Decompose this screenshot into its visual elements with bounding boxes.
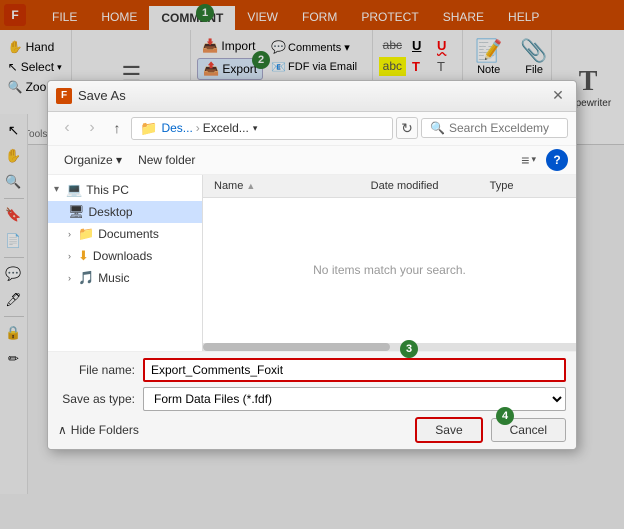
nav-path-2: Exceld... — [203, 121, 249, 135]
nav-dropdown-icon: ▾ — [253, 123, 258, 134]
file-browser: ▾ 💻 This PC 🖥 Desktop › 📁 Documents — [48, 175, 576, 352]
horizontal-scrollbar[interactable] — [203, 343, 576, 351]
dialog-titlebar: F Save As ✕ — [48, 81, 576, 112]
filename-label: File name: — [58, 363, 143, 377]
tree-arrow-dl: › — [68, 251, 78, 261]
nav-search-bar[interactable]: 🔍 — [421, 118, 568, 138]
desktop-label: Desktop — [89, 205, 133, 219]
badge-4: 4 — [496, 407, 514, 425]
tree-arrow-music: › — [68, 273, 78, 283]
hide-chevron-icon: ∧ — [58, 423, 67, 437]
file-list-header: Name ▲ Date modified Type — [203, 175, 576, 198]
tree-arrow-docs: › — [68, 229, 78, 239]
save-button[interactable]: Save — [415, 417, 482, 443]
documents-label: Documents — [98, 227, 159, 241]
new-folder-btn[interactable]: New folder — [130, 150, 203, 170]
dialog-overlay: F Save As ✕ ‹ › ↑ 📁 Des... › Exceld... ▾… — [0, 0, 624, 529]
tree-item-downloads[interactable]: › ⬇ Downloads — [48, 245, 202, 267]
footer-filename-row: File name: — [58, 358, 566, 382]
tree-item-music[interactable]: › 🎵 Music — [48, 267, 202, 289]
dialog-footer: File name: Save as type: Form Data Files… — [48, 352, 576, 449]
col-type[interactable]: Type — [487, 177, 568, 195]
nav-path-bar[interactable]: 📁 Des... › Exceld... ▾ — [131, 117, 393, 140]
search-input[interactable] — [449, 121, 559, 135]
downloads-label: Downloads — [93, 249, 152, 263]
tree-item-documents[interactable]: › 📁 Documents — [48, 223, 202, 245]
folder-icon: 📁 — [140, 120, 157, 137]
dialog-title-icon: F — [56, 88, 72, 104]
tree-item-thispc[interactable]: ▾ 💻 This PC — [48, 179, 202, 201]
dialog-nav: ‹ › ↑ 📁 Des... › Exceld... ▾ ↻ 🔍 — [48, 112, 576, 146]
thispc-icon: 💻 — [66, 182, 82, 198]
nav-up-btn[interactable]: ↑ — [106, 117, 128, 139]
scrollbar-thumb[interactable] — [203, 343, 390, 351]
filename-input[interactable] — [143, 358, 566, 382]
nav-separator-1: › — [196, 121, 200, 135]
col-date[interactable]: Date modified — [368, 177, 487, 195]
footer-actions: ∧ Hide Folders 4 Save Cancel — [58, 417, 566, 443]
save-as-dialog: F Save As ✕ ‹ › ↑ 📁 Des... › Exceld... ▾… — [47, 80, 577, 450]
tree-arrow-thispc: ▾ — [54, 184, 66, 195]
sidebar-tree: ▾ 💻 This PC 🖥 Desktop › 📁 Documents — [48, 175, 203, 351]
downloads-icon: ⬇ — [78, 248, 89, 264]
badge-3: 3 — [400, 340, 418, 358]
desktop-icon: 🖥 — [68, 204, 85, 220]
file-list: Name ▲ Date modified Type No items match… — [203, 175, 576, 351]
nav-forward-btn[interactable]: › — [81, 117, 103, 139]
dialog-title: Save As — [78, 88, 548, 103]
nav-path-1: Des... — [161, 121, 192, 135]
view-list-icon: ≡ — [521, 152, 529, 168]
thispc-label: This PC — [86, 183, 129, 197]
documents-icon: 📁 — [78, 226, 94, 242]
file-list-body: No items match your search. — [203, 198, 576, 343]
nav-back-btn[interactable]: ‹ — [56, 117, 78, 139]
hide-folders-label: Hide Folders — [71, 423, 139, 437]
view-options-btn[interactable]: ≡ ▾ — [515, 149, 542, 171]
tree-item-desktop[interactable]: 🖥 Desktop — [48, 201, 202, 223]
dialog-file-toolbar: Organize ▾ New folder ≡ ▾ ? — [48, 146, 576, 175]
music-label: Music — [98, 271, 129, 285]
music-icon: 🎵 — [78, 270, 94, 286]
savetype-label: Save as type: — [58, 392, 143, 406]
help-icon-btn[interactable]: ? — [546, 149, 568, 171]
organize-btn[interactable]: Organize ▾ — [56, 150, 130, 170]
hide-folders-btn[interactable]: ∧ Hide Folders — [58, 423, 139, 437]
nav-refresh-btn[interactable]: ↻ — [396, 117, 418, 139]
col-name[interactable]: Name ▲ — [211, 177, 368, 195]
search-icon: 🔍 — [430, 121, 445, 135]
footer-savetype-row: Save as type: Form Data Files (*.fdf) — [58, 387, 566, 411]
dialog-close-btn[interactable]: ✕ — [548, 86, 568, 106]
